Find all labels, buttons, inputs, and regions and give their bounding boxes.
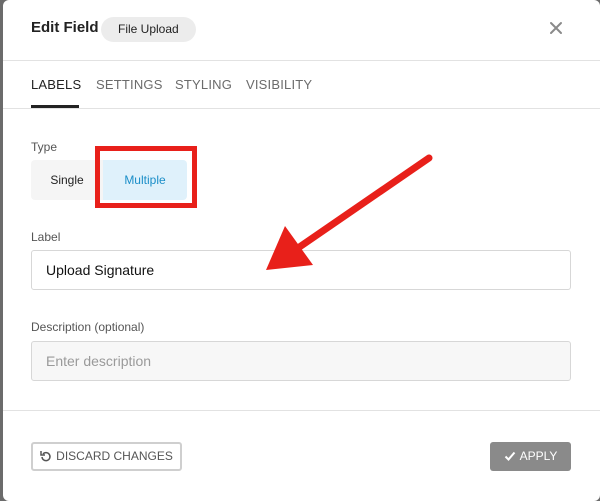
tab-styling[interactable]: STYLING <box>175 77 232 92</box>
apply-label: APPLY <box>519 449 558 463</box>
tab-labels[interactable]: LABELS <box>31 77 81 92</box>
close-icon <box>550 22 562 34</box>
tabs-divider <box>3 108 600 109</box>
dialog-title: Edit Field <box>31 19 99 36</box>
type-label: Type <box>31 140 58 154</box>
tab-visibility[interactable]: VISIBILITY <box>246 77 312 92</box>
edit-field-dialog: Edit Field File Upload LABELS SETTINGS S… <box>3 0 600 501</box>
annotation-highlight-box <box>95 146 197 208</box>
check-icon <box>504 451 515 461</box>
description-input[interactable]: Enter description <box>31 341 571 381</box>
discard-changes-button[interactable]: DISCARD CHANGES <box>31 442 182 471</box>
tab-settings[interactable]: SETTINGS <box>96 77 163 92</box>
footer-divider <box>3 410 600 411</box>
close-button[interactable] <box>546 18 566 38</box>
dialog-header: Edit Field File Upload <box>3 0 600 60</box>
apply-button[interactable]: APPLY <box>490 442 571 471</box>
undo-icon <box>40 451 51 462</box>
field-type-pill: File Upload <box>101 17 196 42</box>
label-input[interactable]: Upload Signature <box>31 250 571 290</box>
label-field-label: Label <box>31 230 61 244</box>
header-divider <box>3 60 600 61</box>
discard-changes-label: DISCARD CHANGES <box>56 449 173 463</box>
description-field-label: Description (optional) <box>31 320 145 334</box>
type-option-single[interactable]: Single <box>31 160 103 200</box>
